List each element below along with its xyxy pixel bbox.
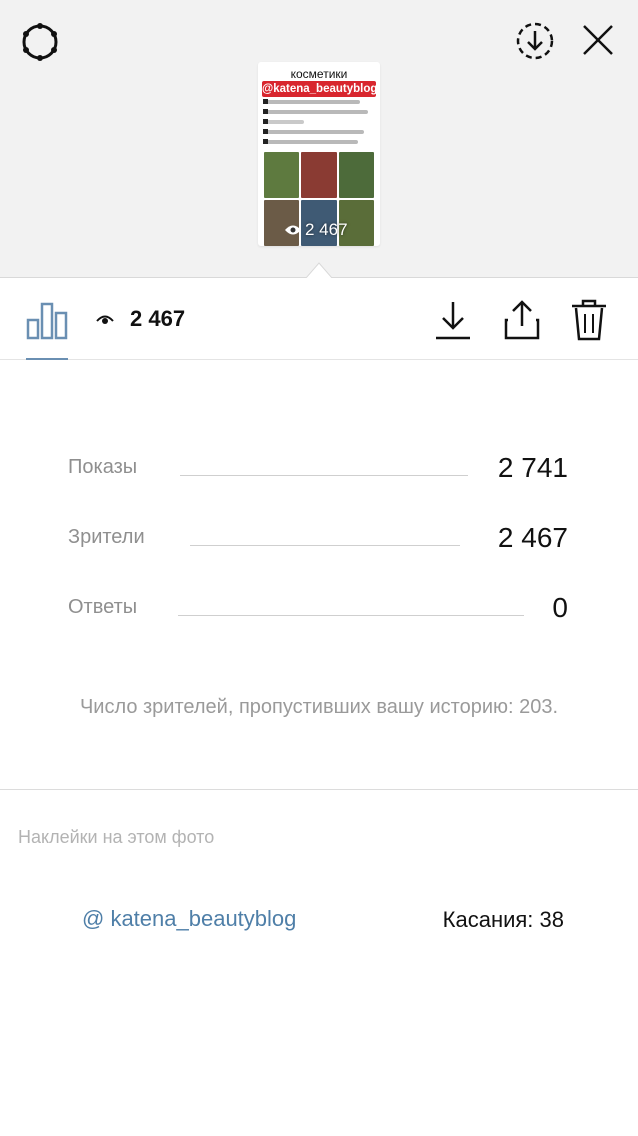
trash-icon[interactable] [570,298,608,342]
selected-story-notch [306,262,332,278]
section-divider [0,789,638,790]
active-tab-indicator [26,358,68,360]
story-thumbnail-views-count: 2 467 [305,220,348,239]
stat-leader-line [180,475,468,476]
download-icon[interactable] [434,300,472,342]
close-icon[interactable] [580,22,616,58]
eye-icon [96,315,114,324]
stat-row-viewers[interactable]: Зрители 2 467 [68,518,568,558]
story-toolbar: 2 467 [0,278,638,360]
story-thumbnail-text-lines [263,99,374,150]
story-thumbnail-views: 2 467 [284,220,348,240]
stat-row-impressions: Показы 2 741 [68,448,568,488]
stat-value: 2 741 [497,452,568,483]
stat-label: Зрители [68,526,145,548]
viewers-count[interactable]: 2 467 [130,306,185,332]
stickers-section-title: Наклейки на этом фото [18,827,215,847]
stat-value: 0 [552,592,568,623]
story-preview-area: косметики @katena_beautyblog 2 467 [0,0,638,278]
stat-label: Ответы [68,596,138,618]
stat-value: 2 467 [497,522,568,553]
share-icon[interactable] [502,298,542,342]
bar-chart-icon[interactable] [26,300,68,340]
save-download-ring-icon[interactable] [514,20,556,62]
story-thumbnail-handle: @katena_beautyblog [262,81,378,97]
settings-gear-icon[interactable] [18,20,62,64]
skipped-viewers-text: Число зрителей, пропустивших вашу истори… [79,696,559,718]
story-thumbnail-title: косметики [290,67,348,81]
mention-sticker-link[interactable]: @ katena_beautyblog [82,906,296,932]
eye-icon [285,225,301,235]
stat-leader-line [178,615,524,616]
story-thumbnail[interactable]: косметики @katena_beautyblog 2 467 [258,62,380,246]
stat-label: Показы [68,456,138,478]
stat-leader-line [190,545,460,546]
stat-row-replies: Ответы 0 [68,588,568,628]
sticker-taps-count: Касания: 38 [442,907,564,932]
